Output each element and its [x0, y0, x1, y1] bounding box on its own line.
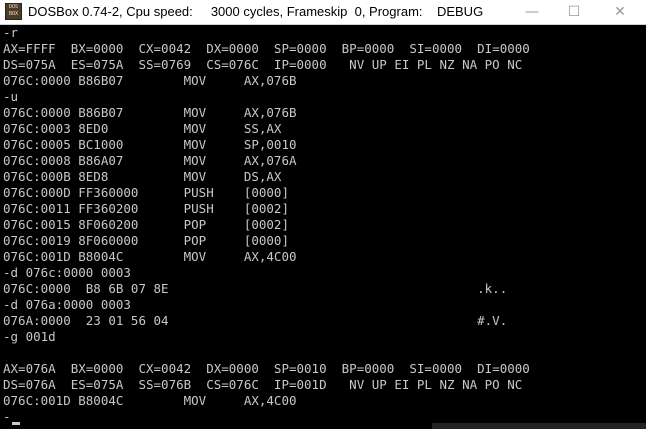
terminal-line: AX=076A BX=0000 CX=0042 DX=0000 SP=0010 …: [3, 361, 530, 376]
text-cursor: [11, 422, 20, 425]
terminal-line: 076C:0005 BC1000 MOV SP,0010: [3, 137, 297, 152]
terminal-line: -r: [3, 25, 19, 40]
terminal-line: 076C:0000 B86B07 MOV AX,076B: [3, 73, 297, 88]
minimize-button[interactable]: —: [512, 0, 552, 25]
terminal-line: 076C:000D FF360000 PUSH [0000]: [3, 185, 289, 200]
terminal-line: 076A:0000 23 01 56 04 #.V.: [3, 313, 508, 328]
background-overlay: [432, 423, 646, 429]
maximize-button[interactable]: ☐: [554, 0, 594, 25]
terminal-line: -u: [3, 89, 19, 104]
prompt-text: -: [3, 409, 11, 424]
close-button[interactable]: ✕: [600, 0, 640, 25]
dosbox-window: DOS BOX DOSBox 0.74-2, Cpu speed: 3000 c…: [0, 0, 646, 429]
terminal-line: -d 076c:0000 0003: [3, 265, 131, 280]
terminal-line: 076C:001D B8004C MOV AX,4C00: [3, 393, 297, 408]
terminal-line: 076C:0015 8F060200 POP [0002]: [3, 217, 289, 232]
window-title: DOSBox 0.74-2, Cpu speed: 3000 cycles, F…: [28, 4, 484, 19]
terminal-line: 076C:0008 B86A07 MOV AX,076A: [3, 153, 297, 168]
dos-terminal[interactable]: -r AX=FFFF BX=0000 CX=0042 DX=0000 SP=00…: [3, 25, 643, 429]
terminal-line: DS=075A ES=075A SS=0769 CS=076C IP=0000 …: [3, 57, 523, 72]
terminal-line: 076C:0000 B8 6B 07 8E .k..: [3, 281, 508, 296]
title-bar[interactable]: DOS BOX DOSBox 0.74-2, Cpu speed: 3000 c…: [0, 0, 646, 25]
terminal-line: -d 076a:0000 0003: [3, 297, 131, 312]
terminal-line: 076C:0003 8ED0 MOV SS,AX: [3, 121, 282, 136]
terminal-line: 076C:001D B8004C MOV AX,4C00: [3, 249, 297, 264]
terminal-line: AX=FFFF BX=0000 CX=0042 DX=0000 SP=0000 …: [3, 41, 530, 56]
terminal-line: -g 001d: [3, 329, 56, 344]
dosbox-app-icon: DOS BOX: [5, 3, 22, 20]
terminal-line: DS=076A ES=075A SS=076B CS=076C IP=001D …: [3, 377, 523, 392]
terminal-line: 076C:000B 8ED8 MOV DS,AX: [3, 169, 282, 184]
terminal-line: 076C:0011 FF360200 PUSH [0002]: [3, 201, 289, 216]
terminal-line: 076C:0019 8F060000 POP [0000]: [3, 233, 289, 248]
terminal-line: 076C:0000 B86B07 MOV AX,076B: [3, 105, 297, 120]
